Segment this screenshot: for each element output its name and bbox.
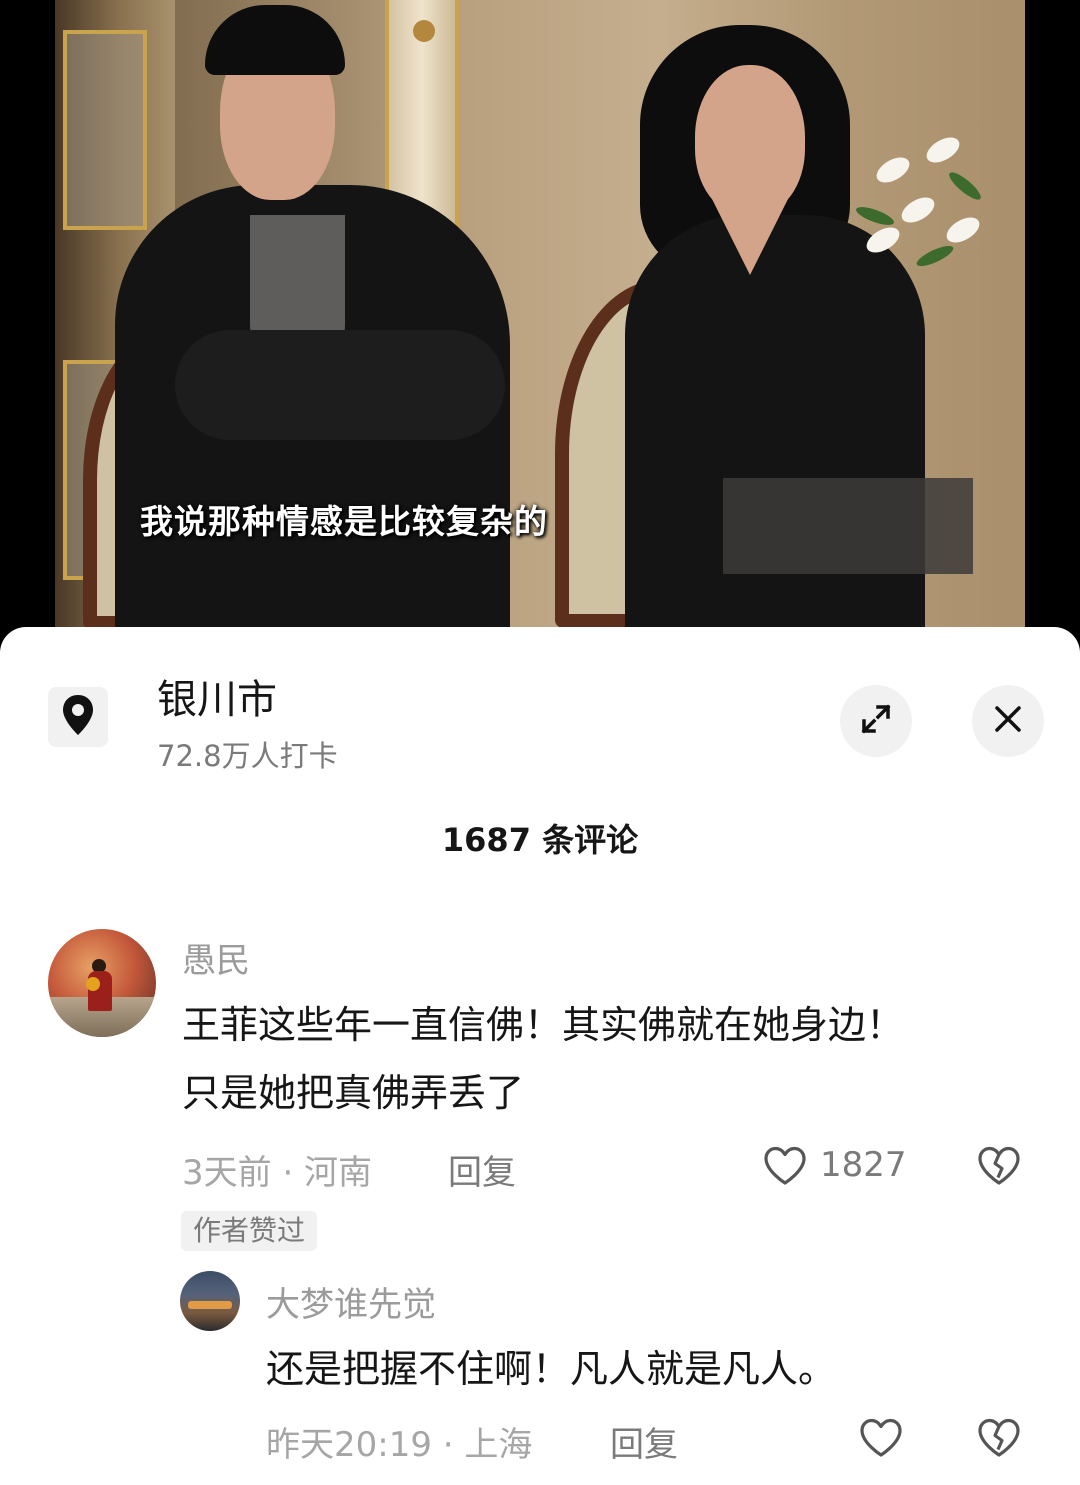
comment-username[interactable]: 愚民 xyxy=(182,933,250,982)
expand-icon xyxy=(859,702,893,740)
comment-meta: 3天前 · 河南 xyxy=(182,1153,373,1193)
dislike-button[interactable] xyxy=(972,1143,1026,1193)
location-title[interactable]: 银川市 xyxy=(157,667,277,725)
like-count: 1827 xyxy=(820,1145,907,1185)
close-button[interactable] xyxy=(972,685,1044,757)
comment-text-line: 只是她把真佛弄丢了 xyxy=(182,1071,525,1115)
like-button[interactable] xyxy=(760,1143,810,1193)
video-player[interactable]: 我说那种情感是比较复杂的 xyxy=(0,0,1080,650)
video-frame: 我说那种情感是比较复杂的 xyxy=(55,0,1025,628)
comment-text-line: 王菲这些年一直信佛！其实佛就在她身边！ xyxy=(182,1003,905,1047)
man-crossed-arms xyxy=(175,330,505,440)
reply-button[interactable]: 回复 xyxy=(448,1145,516,1194)
heart-icon xyxy=(858,1417,904,1463)
location-pin-tile[interactable] xyxy=(48,687,108,747)
reply-button[interactable]: 回复 xyxy=(610,1417,678,1466)
comment-count: 1687 条评论 xyxy=(441,821,639,859)
location-pin-icon xyxy=(60,693,96,741)
avatar[interactable] xyxy=(48,929,156,1037)
flower-arrangement xyxy=(845,120,995,300)
expand-button[interactable] xyxy=(840,685,912,757)
close-icon xyxy=(993,704,1023,738)
broken-heart-icon xyxy=(975,1417,1023,1463)
pillar-ornament xyxy=(413,20,435,42)
location-checkins: 72.8万人打卡 xyxy=(157,739,338,773)
blurred-watermark xyxy=(723,478,973,574)
heart-icon xyxy=(762,1145,808,1191)
author-liked-tag: 作者赞过 xyxy=(181,1211,318,1251)
avatar[interactable] xyxy=(180,1271,240,1331)
cabinet-panel xyxy=(63,30,147,230)
man-hair xyxy=(205,5,345,75)
woman-head xyxy=(695,65,805,215)
broken-heart-icon xyxy=(975,1145,1023,1191)
comment-meta: 昨天20:19 · 上海 xyxy=(266,1425,533,1465)
dislike-button[interactable] xyxy=(972,1415,1026,1465)
comment-sheet: 银川市 72.8万人打卡 1687 条评论 愚民 王菲这些年一直信佛！其实佛就在… xyxy=(0,627,1080,1485)
comment-username[interactable]: 大梦谁先觉 xyxy=(266,1277,436,1326)
comment-text-line: 还是把握不住啊！凡人就是凡人。 xyxy=(266,1347,837,1391)
video-subtitle: 我说那种情感是比较复杂的 xyxy=(140,502,548,541)
like-button[interactable] xyxy=(856,1415,906,1465)
